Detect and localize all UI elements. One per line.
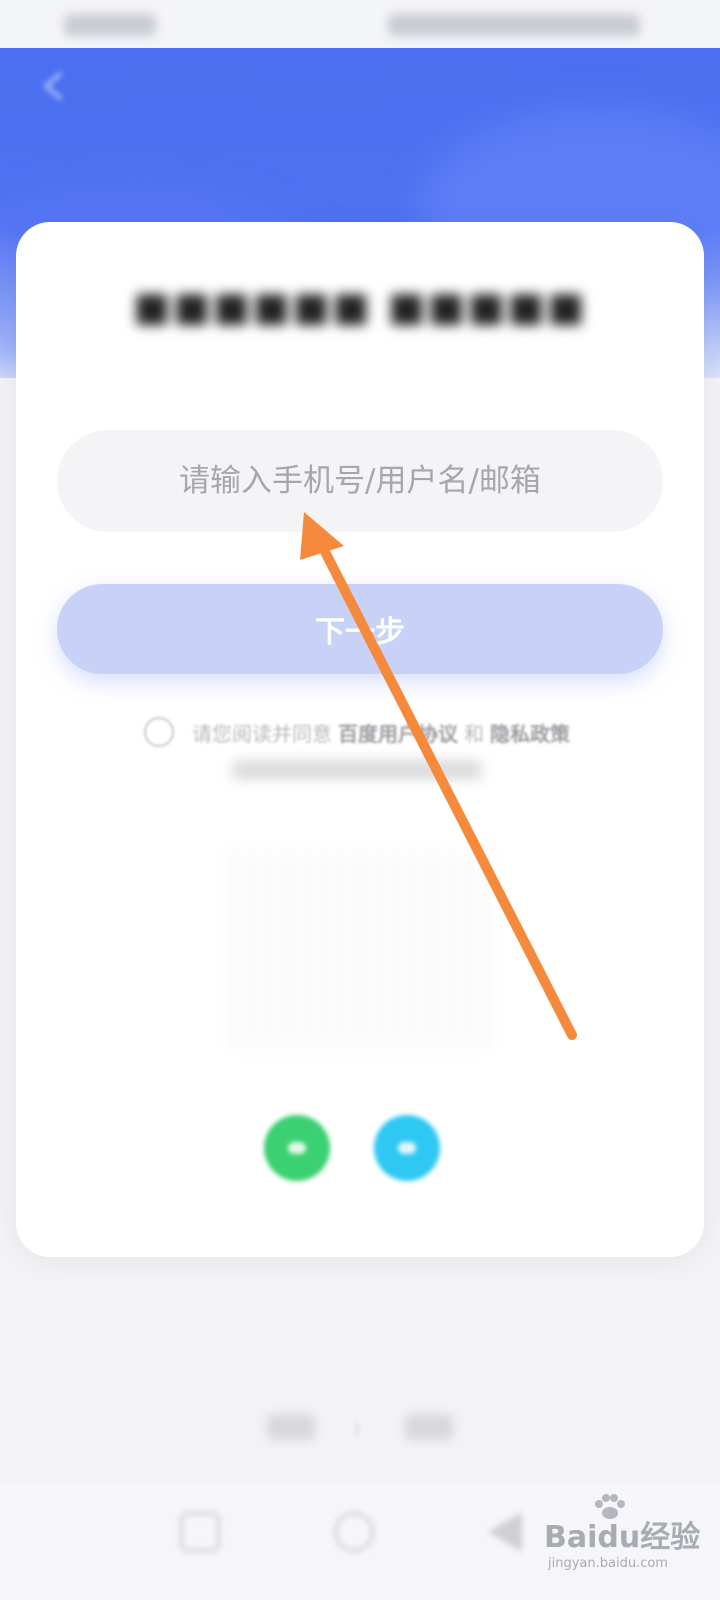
footer-links xyxy=(0,1414,720,1444)
qq-icon[interactable] xyxy=(374,1115,440,1181)
agreement-row: 请您阅读并同意 百度用户协议 和 隐私政策 xyxy=(0,714,720,750)
privacy-policy-link[interactable]: 隐私政策 xyxy=(490,718,570,747)
decorative-pattern xyxy=(230,850,490,1050)
footer-link-left[interactable] xyxy=(267,1414,315,1440)
agreement-subnote xyxy=(232,760,482,780)
footer-separator xyxy=(356,1422,358,1436)
status-icons xyxy=(388,14,640,36)
status-time xyxy=(64,14,156,36)
triangle-icon[interactable] xyxy=(488,1512,522,1552)
chevron-left-icon[interactable] xyxy=(34,66,74,106)
wechat-icon[interactable] xyxy=(264,1115,330,1181)
user-agreement-link[interactable]: 百度用户协议 xyxy=(338,718,458,747)
agreement-radio[interactable] xyxy=(144,717,174,747)
square-icon[interactable] xyxy=(180,1512,220,1552)
agreement-prefix: 请您阅读并同意 xyxy=(192,721,332,746)
watermark-url: jingyan.baidu.com xyxy=(548,1556,668,1571)
status-bar xyxy=(0,0,720,48)
circle-icon[interactable] xyxy=(334,1512,374,1552)
agreement-conjunction: 和 xyxy=(464,721,484,746)
page-title: ■■■■■■ ■■■■■ xyxy=(133,284,587,330)
watermark-logo: Baidu经验 xyxy=(544,1520,701,1555)
footer-link-right[interactable] xyxy=(405,1414,453,1440)
account-input[interactable] xyxy=(57,430,663,532)
baidu-watermark: Baidu经验 jingyan.baidu.com xyxy=(544,1494,714,1584)
next-button[interactable]: 下一步 xyxy=(57,584,663,674)
